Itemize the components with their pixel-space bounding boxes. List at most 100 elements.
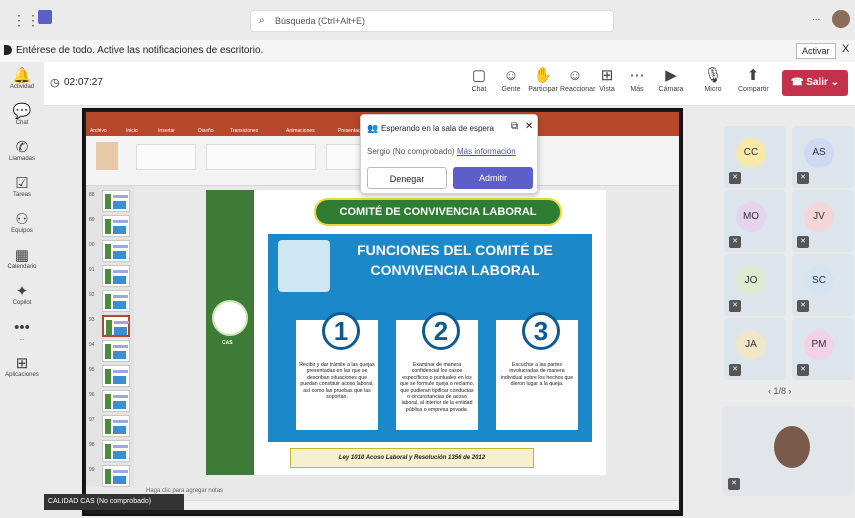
control-reaccionar[interactable]: ☺ Reaccionar [560,66,595,93]
control-label: Más [630,86,644,93]
participant-tile[interactable]: JA ✕ [724,318,786,380]
profile-avatar[interactable] [832,10,850,28]
rail-item-5[interactable]: ▦ Calendario [0,248,44,271]
slide-thumbnail[interactable] [102,290,130,312]
function-card: 2 Examinar de manera confidencial los cas… [396,312,478,430]
next-page-icon[interactable]: › [786,386,792,396]
control-vista[interactable]: ⊞ Vista [592,66,622,93]
control-icon: ▢ [471,67,487,84]
slide-thumbnail[interactable] [102,440,130,462]
rail-item-2[interactable]: ✆ Llamadas [0,140,44,163]
slide-thumbnail[interactable] [102,315,130,337]
participant-tile[interactable]: JO ✕ [724,254,786,316]
slide-thumbnail[interactable] [102,240,130,262]
slide-thumbnail[interactable] [102,465,130,487]
deny-button[interactable]: Denegar [367,167,447,189]
rail-item-3[interactable]: ☑ Tareas [0,175,44,199]
rail-item-6[interactable]: ✦ Copilot [0,283,44,307]
ppt-menu-item[interactable]: Archivo [90,128,107,134]
thumbnail-number: 95 [89,367,95,373]
control-micro[interactable]: 🎙 Micro [698,66,728,93]
more-options-button[interactable]: ... [812,12,820,23]
notification-bar: Entérese de todo. Active las notificacio… [0,40,855,62]
search-input[interactable]: Búsqueda (Ctrl+Alt+E) [275,16,365,26]
slide-thumbnail[interactable] [102,190,130,212]
chat-icon: 💬 [12,103,32,120]
mic-off-icon: ✕ [729,300,741,312]
rail-item-1[interactable]: 💬 Chat [0,103,44,127]
thumbnail-number: 91 [89,267,95,273]
pop-out-icon[interactable]: ⧉ [511,121,518,132]
leave-button[interactable]: ☎ Salir ⌄ [782,70,848,96]
slide-heading: FUNCIONES DEL COMITÉ DE CONVIVENCIA LABO… [357,242,553,278]
slide-banner: COMITÉ DE CONVIVENCIA LABORAL [314,198,562,226]
thumbnail-number: 98 [89,442,95,448]
ppt-menu-item[interactable]: Animaciones [286,128,315,134]
teams-logo-icon [38,10,52,24]
app-launcher-icon[interactable]: ⋮⋮ [12,12,40,29]
close-icon[interactable]: ✕ [525,121,533,132]
gallery-pager[interactable]: ‹ 1/8 › [768,386,792,396]
rail-item-0[interactable]: 🔔 Actividad [0,68,44,91]
functions-panel: FUNCIONES DEL COMITÉ DE CONVIVENCIA LABO… [268,234,592,442]
rail-item-4[interactable]: ⚇ Equipos [0,212,44,235]
ppt-menu-item[interactable]: Transiciones [230,128,258,134]
slide-thumbnail[interactable] [102,390,130,412]
control-icon: 🎙 [703,67,723,84]
lobby-person: Sergio (No comprobado) [367,147,455,156]
participant-tile[interactable]: SC ✕ [792,254,854,316]
ppt-menu-item[interactable]: Inicio [126,128,138,134]
participant-avatar: AS [804,138,834,168]
slides-group[interactable] [136,144,196,170]
participant-avatar: JO [736,266,766,296]
lobby-popup: 👥 Esperando en la sala de espera ⧉ ✕ Ser… [360,114,538,194]
control-participar[interactable]: ✋ Participar [528,66,558,93]
lobby-title: Esperando en la sala de espera [381,124,494,133]
slide-thumbnail[interactable] [102,265,130,287]
control-label: Compartir [738,86,769,93]
rail-item-7[interactable]: •••... [0,320,44,343]
close-notification-button[interactable]: X [842,43,849,55]
thumbnail-number: 97 [89,417,95,423]
participant-tile[interactable]: JV ✕ [792,190,854,252]
clock-icon: ◷ [50,77,60,89]
slide-thumbnail[interactable] [102,215,130,237]
participant-tile[interactable]: MO ✕ [724,190,786,252]
search-icon: ⌕ [259,15,265,26]
copilot-icon: ✦ [15,283,29,300]
slide-thumbnail[interactable] [102,415,130,437]
activate-button[interactable]: Activar [796,43,836,59]
participant-tile[interactable]: CC ✕ [724,126,786,188]
call-control-bar: ◷ 02:07:27 ▢ Chat ☺ Gente ✋ Participar ☺ Reacci… [44,62,855,106]
control-label: Gente [501,86,521,93]
slide-thumbnail[interactable] [102,365,130,387]
presenter-name-chip: CALIDAD CAS (No comprobado) [44,494,184,510]
side-label: CAS [222,340,233,346]
more-info-link[interactable]: Más información [457,147,516,156]
mic-off-icon: ✕ [729,172,741,184]
participant-tile[interactable]: PM ✕ [792,318,854,380]
rail-item-8[interactable]: ⊞ Aplicaciones [0,355,44,379]
control-gente[interactable]: ☺ Gente [496,66,526,93]
search-box[interactable]: ⌕ Búsqueda (Ctrl+Alt+E) [250,10,614,32]
phone-hangup-icon: ☎ [790,77,807,88]
self-view-tile[interactable]: ✕ [722,406,854,496]
control-compartir[interactable]: ⬆ Compartir [738,66,769,93]
font-group[interactable] [206,144,316,170]
apps-icon: ⊞ [15,355,29,372]
slide-thumbnail[interactable] [102,340,130,362]
left-rail: 🔔 Actividad 💬 Chat ✆ Llamadas ☑ Tareas ⚇ Equipos ▦… [0,62,44,518]
control-label: Micro [704,86,722,93]
rail-item-label: ... [19,336,25,342]
paste-icon[interactable] [96,142,118,170]
control-cámara[interactable]: ▶ Cámara [656,66,686,93]
ppt-menu-item[interactable]: Insertar [158,128,175,134]
ppt-menu-item[interactable]: Diseño [198,128,214,134]
control-más[interactable]: ⋯ Más [622,66,652,93]
control-chat[interactable]: ▢ Chat [464,66,494,93]
participant-tile[interactable]: AS ✕ [792,126,854,188]
title-bar: ⋮⋮ ⌕ Búsqueda (Ctrl+Alt+E) ... [0,0,855,40]
thumbnail-number: 93 [89,317,95,323]
tasks-icon: ☑ [15,175,29,192]
admit-button[interactable]: Admitir [453,167,533,189]
